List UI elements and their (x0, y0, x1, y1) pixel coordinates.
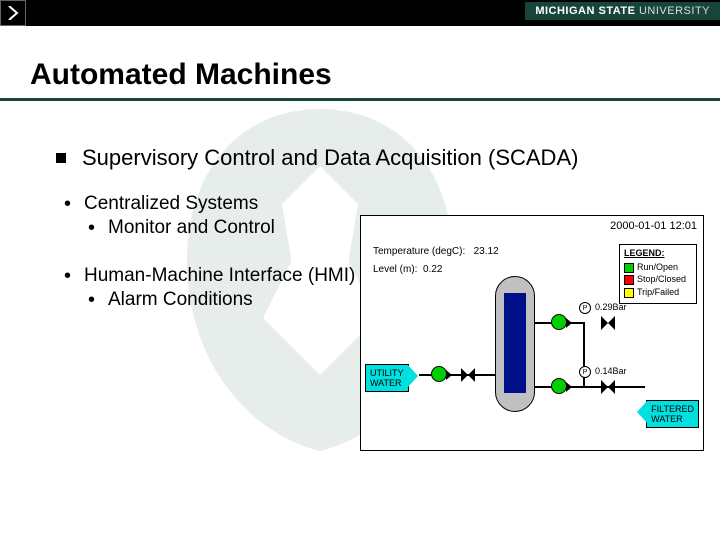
valve-icon (601, 380, 615, 394)
pressure-reading-1: 0.29Bar (595, 302, 627, 312)
level-label: Level (m): (373, 264, 417, 275)
pump-icon (551, 314, 567, 330)
legend-title: LEGEND: (624, 248, 692, 260)
sub-bullet: Centralized Systems (64, 193, 356, 215)
sub-bullet-group-2: Human-Machine Interface (HMI) Alarm Cond… (64, 265, 356, 311)
legend-swatch-green (624, 263, 634, 273)
temp-label: Temperature (degC): (373, 246, 465, 257)
legend-trip: Trip/Failed (637, 287, 679, 299)
legend-swatch-red (624, 275, 634, 285)
square-bullet-icon (56, 153, 66, 163)
brand-light: UNIVERSITY (639, 5, 710, 17)
valve-icon (461, 368, 475, 382)
pressure-gauge-icon: P (579, 302, 591, 314)
pump-icon (431, 366, 447, 382)
level-reading: Level (m): 0.22 (373, 264, 442, 275)
pressure-gauge-icon: P (579, 366, 591, 378)
sub-sub-bullet: Monitor and Control (64, 217, 356, 239)
legend-run: Run/Open (637, 262, 678, 274)
pump-icon (551, 378, 567, 394)
temp-value: 23.12 (474, 246, 499, 257)
brand-bold: MICHIGAN STATE (535, 5, 635, 17)
left-column: Centralized Systems Monitor and Control … (56, 193, 356, 311)
scada-diagram: 2000-01-01 12:01 Temperature (degC): 23.… (360, 215, 704, 451)
pressure-reading-2: 0.14Bar (595, 366, 627, 376)
chevron-right-icon (0, 0, 26, 26)
legend-box: LEGEND: Run/Open Stop/Closed Trip/Failed (619, 244, 697, 304)
temperature-reading: Temperature (degC): 23.12 (373, 246, 499, 257)
vessel-icon (495, 276, 535, 412)
sub-bullet: Human-Machine Interface (HMI) (64, 265, 356, 287)
diagram-timestamp: 2000-01-01 12:01 (610, 220, 697, 232)
main-bullet: Supervisory Control and Data Acquisition… (56, 143, 700, 173)
header-bar: MICHIGAN STATE UNIVERSITY (0, 0, 720, 26)
filtered-water-label: FILTERED WATER (646, 400, 699, 428)
valve-icon (601, 316, 615, 330)
pipe (583, 322, 585, 388)
slide-title: Automated Machines (0, 26, 720, 98)
university-brand: MICHIGAN STATE UNIVERSITY (525, 2, 720, 20)
main-bullet-text: Supervisory Control and Data Acquisition… (82, 143, 578, 173)
legend-swatch-yellow (624, 288, 634, 298)
utility-water-label: UTILITY WATER (365, 364, 409, 392)
sub-bullet-group-1: Centralized Systems Monitor and Control (64, 193, 356, 239)
vessel-fill (504, 293, 526, 393)
legend-stop: Stop/Closed (637, 274, 686, 286)
sub-sub-bullet: Alarm Conditions (64, 289, 356, 311)
level-value: 0.22 (423, 264, 442, 275)
